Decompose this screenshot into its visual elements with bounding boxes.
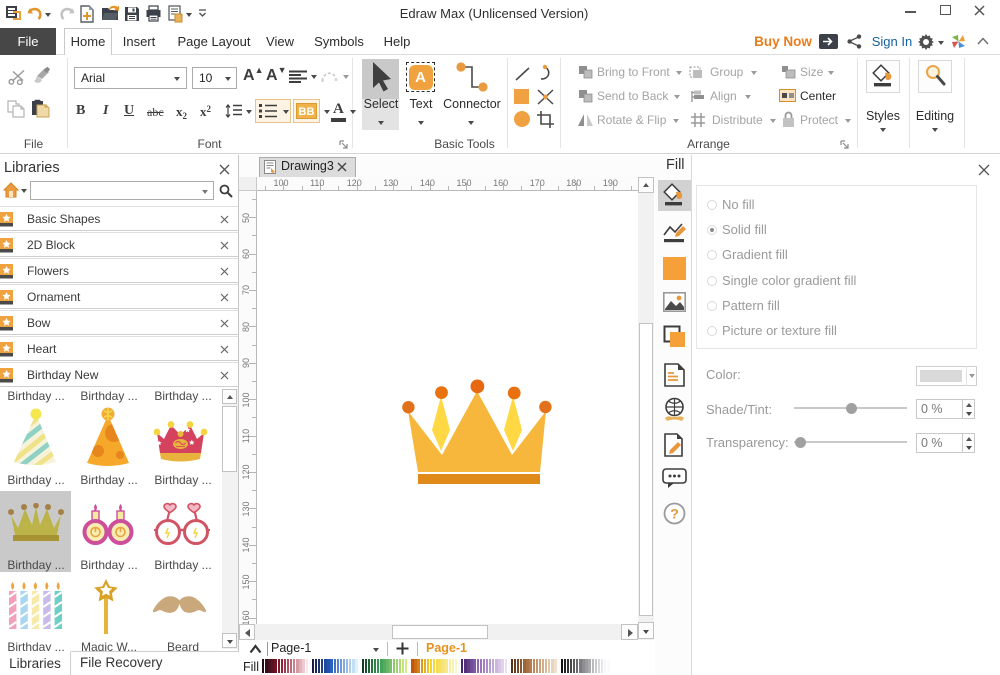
- svg-text:?: ?: [670, 506, 679, 522]
